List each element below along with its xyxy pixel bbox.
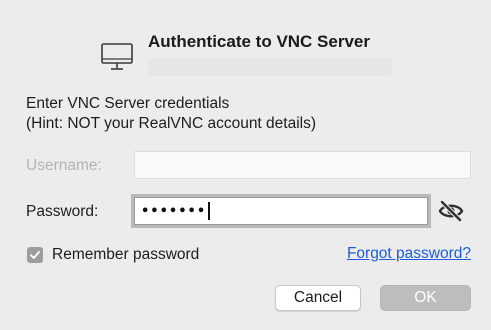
password-masked-value: ••••••• (141, 203, 207, 219)
remember-password-row: Remember password (27, 246, 199, 264)
eye-slash-icon[interactable] (438, 199, 464, 223)
credentials-prompt: Enter VNC Server credentials (Hint: NOT … (26, 94, 316, 134)
username-label: Username: (26, 157, 102, 174)
dialog-title: Authenticate to VNC Server (148, 32, 370, 51)
password-label: Password: (26, 203, 99, 220)
cancel-button[interactable]: Cancel (275, 285, 361, 311)
remember-password-checkbox[interactable] (27, 247, 43, 263)
server-address-placeholder (148, 58, 392, 76)
prompt-line-2: (Hint: NOT your RealVNC account details) (26, 115, 317, 132)
remember-password-label[interactable]: Remember password (52, 246, 199, 264)
username-field[interactable] (134, 151, 471, 179)
dialog-header: Authenticate to VNC Server (100, 28, 420, 88)
text-caret (208, 202, 210, 220)
prompt-line-1: Enter VNC Server credentials (26, 95, 230, 112)
monitor-icon (101, 43, 133, 70)
checkmark-icon (30, 251, 40, 259)
ok-button[interactable]: OK (380, 285, 471, 311)
authenticate-dialog: Authenticate to VNC Server Enter VNC Ser… (0, 0, 491, 330)
password-field[interactable]: ••••••• (134, 197, 428, 225)
forgot-password-link[interactable]: Forgot password? (347, 245, 471, 263)
